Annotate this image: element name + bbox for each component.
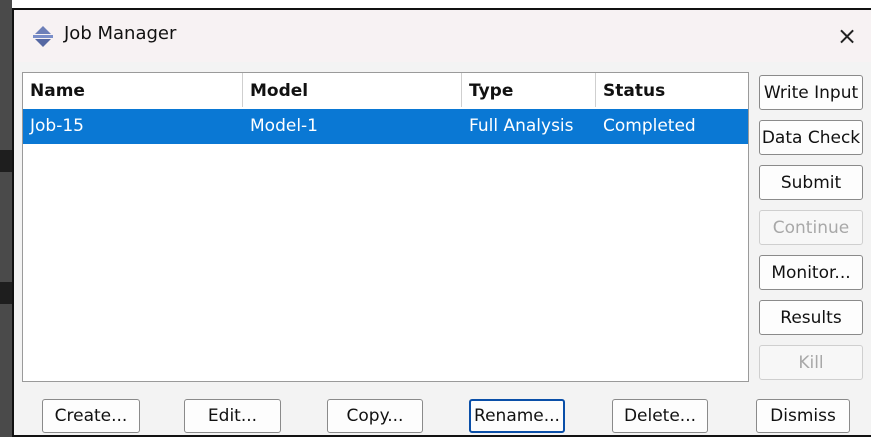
kill-button[interactable]: Kill <box>759 345 863 380</box>
column-header-model[interactable]: Model <box>243 73 462 107</box>
background-mark <box>0 150 12 172</box>
window-title: Job Manager <box>64 23 177 44</box>
job-manager-dialog: Job Manager × Name Model Type Status Job… <box>12 8 871 437</box>
column-header-type[interactable]: Type <box>462 73 596 107</box>
background-mark <box>0 282 12 304</box>
cell-type: Full Analysis <box>469 116 574 136</box>
cell-model: Model-1 <box>250 116 318 136</box>
continue-button[interactable]: Continue <box>759 210 863 245</box>
dismiss-button[interactable]: Dismiss <box>756 399 850 433</box>
column-header-status[interactable]: Status <box>596 73 748 107</box>
background-window-edge <box>0 0 12 437</box>
job-list-header: Name Model Type Status <box>23 73 748 107</box>
cell-name: Job-15 <box>30 116 84 136</box>
data-check-button[interactable]: Data Check <box>759 120 863 155</box>
edit-button[interactable]: Edit... <box>184 399 281 433</box>
monitor-button[interactable]: Monitor... <box>759 255 863 290</box>
close-button[interactable]: × <box>823 16 871 56</box>
create-button[interactable]: Create... <box>42 399 140 433</box>
results-button[interactable]: Results <box>759 300 863 335</box>
rename-button[interactable]: Rename... <box>469 399 565 433</box>
close-icon: × <box>836 22 858 50</box>
delete-button[interactable]: Delete... <box>612 399 708 433</box>
job-manager-app-icon <box>33 26 53 47</box>
job-list[interactable]: Name Model Type Status Job-15 Model-1 Fu… <box>22 72 749 382</box>
write-input-button[interactable]: Write Input <box>759 75 863 110</box>
cell-status: Completed <box>603 116 696 136</box>
copy-button[interactable]: Copy... <box>327 399 423 433</box>
title-bar[interactable]: Job Manager × <box>14 10 871 62</box>
column-header-name[interactable]: Name <box>23 73 243 107</box>
submit-button[interactable]: Submit <box>759 165 863 200</box>
table-row[interactable]: Job-15 Model-1 Full Analysis Completed <box>23 109 748 144</box>
